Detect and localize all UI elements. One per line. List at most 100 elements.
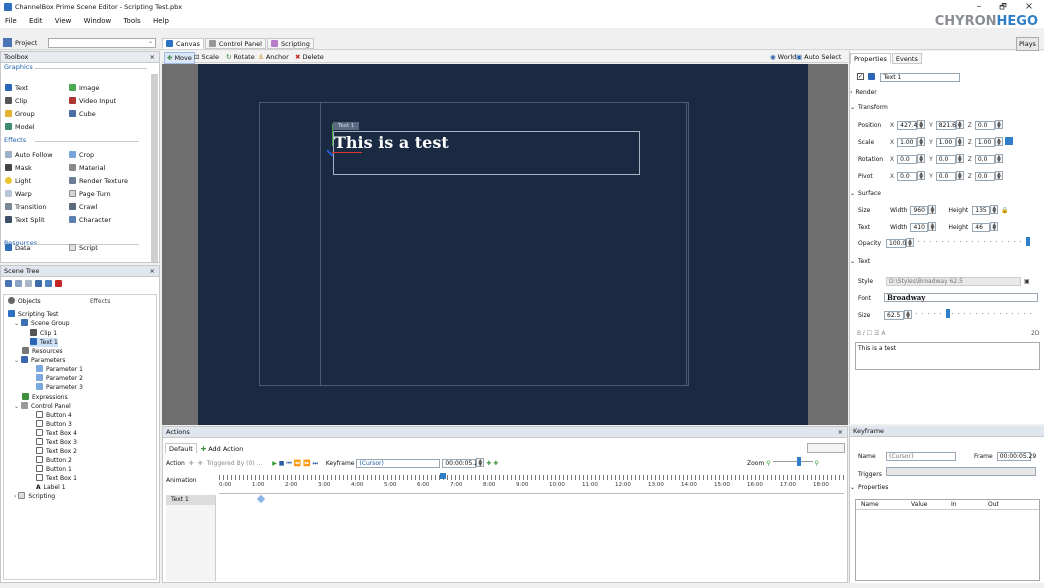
- text-content-area[interactable]: This is a test: [855, 342, 1040, 370]
- tree-item-parameter-2[interactable]: Parameter 2: [36, 374, 83, 383]
- close-icon[interactable]: ×: [150, 52, 155, 63]
- action-dropdown[interactable]: [807, 443, 845, 453]
- play-icon[interactable]: ▶: [272, 460, 277, 467]
- tree-item-resources[interactable]: Resources: [22, 347, 63, 356]
- menu-edit[interactable]: Edit: [24, 14, 48, 28]
- timeline-ruler[interactable]: 0:00 1:00 2:00 3:00 4:00 5:00 6:00 7:00 8:00 9:00…: [219, 472, 844, 494]
- tree-item-text-box-2[interactable]: Text Box 2: [36, 447, 77, 456]
- tree-item-button-1[interactable]: Button 1: [36, 465, 72, 474]
- text-height-field[interactable]: 46: [972, 223, 991, 232]
- keyframe-properties-section[interactable]: ⌄ Properties: [850, 484, 888, 491]
- column-name[interactable]: Name: [861, 500, 879, 510]
- play-button[interactable]: Plays: [1016, 37, 1039, 51]
- time-spinner[interactable]: ▲ ▼: [476, 458, 485, 468]
- font-size-slider[interactable]: [916, 309, 1036, 318]
- keyframe-name-field[interactable]: (Cursor): [886, 452, 956, 461]
- stop-icon[interactable]: ■: [279, 460, 285, 467]
- anchor-tool[interactable]: ⚓ Anchor: [258, 52, 289, 62]
- tree-item-text-box-3[interactable]: Text Box 3: [36, 438, 77, 447]
- box-icon[interactable]: ☐: [867, 330, 872, 337]
- rotate-tool[interactable]: ↻ Rotate: [226, 52, 255, 62]
- rotation-x-field[interactable]: 0.0: [897, 155, 918, 164]
- time-field[interactable]: 00:00:05.29: [442, 459, 482, 468]
- tree-item-parameter-1[interactable]: Parameter 1: [36, 365, 83, 374]
- font-size-field[interactable]: 62.5: [884, 311, 904, 320]
- toolbox-item-crawl[interactable]: Crawl: [69, 202, 97, 213]
- step-start-icon[interactable]: ⏮: [286, 460, 291, 467]
- toolbox-item-script[interactable]: Script: [69, 243, 98, 254]
- move-tool[interactable]: ✥ Move: [164, 52, 195, 64]
- tab-control-panel[interactable]: Control Panel: [204, 38, 266, 49]
- tree-item-button-2[interactable]: Button 2: [36, 456, 72, 465]
- maximize-button[interactable]: 🗗: [994, 0, 1012, 14]
- tree-tab-objects[interactable]: Objects: [8, 297, 41, 306]
- triggered-by-button[interactable]: Triggered By (0) ...: [207, 460, 263, 467]
- pivot-x-field[interactable]: 0.0: [897, 172, 918, 181]
- toolbox-item-crop[interactable]: Crop: [69, 150, 94, 161]
- menu-tools[interactable]: Tools: [118, 14, 145, 28]
- add-icon[interactable]: [5, 280, 12, 287]
- font-size-thumb[interactable]: [946, 309, 950, 318]
- toolbox-item-transition[interactable]: Transition: [5, 202, 46, 213]
- tree-item-expressions[interactable]: Expressions: [22, 393, 68, 402]
- lock-icon[interactable]: 🔒: [1001, 207, 1008, 214]
- tab-events[interactable]: Events: [891, 53, 922, 64]
- position-x-field[interactable]: 427.4: [897, 121, 917, 130]
- tab-properties[interactable]: Properties: [850, 53, 891, 64]
- rotation-y-field[interactable]: 0.0: [935, 155, 956, 164]
- close-icon[interactable]: ×: [150, 266, 155, 277]
- toolbox-item-character[interactable]: Character: [69, 215, 111, 226]
- add-keyframe-icon[interactable]: ✚: [486, 460, 491, 467]
- toolbox-item-light[interactable]: Light: [5, 176, 31, 187]
- remove-keyframe-icon[interactable]: ✚: [493, 460, 498, 467]
- text-section[interactable]: ⌄ Text: [850, 258, 870, 265]
- paste-icon[interactable]: [25, 280, 32, 287]
- tree-item-scene-group[interactable]: ⌄ Scene Group: [14, 319, 70, 328]
- toolbox-item-material[interactable]: Material: [69, 163, 105, 174]
- menu-file[interactable]: File: [0, 14, 22, 28]
- column-value[interactable]: Value: [911, 500, 927, 510]
- render-section[interactable]: › Render: [850, 89, 877, 96]
- canvas-text[interactable]: This is a test: [334, 132, 449, 154]
- toolbox-item-text[interactable]: Text: [5, 83, 28, 94]
- tree-tab-effects[interactable]: Effects: [90, 297, 110, 306]
- tree-item-scripting-test[interactable]: Scripting Test: [8, 310, 58, 319]
- scale-tool[interactable]: ⊡ Scale: [194, 52, 219, 62]
- italic-icon[interactable]: I: [863, 330, 865, 337]
- scale-x-field[interactable]: 1.00: [897, 138, 918, 147]
- opacity-thumb[interactable]: [1026, 237, 1030, 246]
- position-z-field[interactable]: 0.0: [974, 121, 995, 130]
- pivot-y-field[interactable]: 0.0: [935, 172, 956, 181]
- group-icon[interactable]: [45, 280, 52, 287]
- add-icon[interactable]: ✚: [189, 460, 194, 467]
- tree-item-text-1[interactable]: Text 1: [30, 338, 58, 347]
- position-y-field[interactable]: 821.6: [935, 121, 956, 130]
- menu-view[interactable]: View: [50, 14, 77, 28]
- remove-icon[interactable]: ✚: [198, 460, 203, 467]
- tab-default[interactable]: Default: [165, 443, 197, 454]
- lock-scale-icon[interactable]: [1004, 137, 1013, 145]
- toolbox-item-group[interactable]: Group: [5, 109, 35, 120]
- tree-item-label-1[interactable]: A Label 1: [36, 483, 66, 492]
- toolbox-item-clip[interactable]: Clip: [5, 96, 27, 107]
- link-icon[interactable]: [35, 280, 42, 287]
- style-dropdown[interactable]: D:\Styles\Broadway 62.5: [886, 277, 1021, 286]
- name-field[interactable]: Text 1: [880, 73, 961, 82]
- tree-item-parameter-3[interactable]: Parameter 3: [36, 383, 83, 392]
- close-icon[interactable]: ×: [838, 427, 843, 438]
- toolbox-item-video-input[interactable]: Video Input: [69, 96, 116, 107]
- tab-scripting[interactable]: Scripting: [266, 38, 314, 49]
- toolbox-item-mask[interactable]: Mask: [5, 163, 32, 174]
- step-back-icon[interactable]: ⏪: [294, 460, 301, 467]
- step-forward-icon[interactable]: ⏩: [303, 460, 310, 467]
- tree-item-parameters[interactable]: ⌄ Parameters: [14, 356, 65, 365]
- tree-item-button-4[interactable]: Button 4: [36, 411, 72, 420]
- menu-window[interactable]: Window: [79, 14, 117, 28]
- transform-section[interactable]: ⌄ Transform: [850, 104, 888, 111]
- align-icon[interactable]: ☰: [874, 330, 879, 337]
- visible-checkbox[interactable]: ✓: [857, 73, 864, 80]
- opacity-slider[interactable]: [918, 237, 1030, 246]
- font-dropdown[interactable]: Broadway: [884, 293, 1038, 302]
- toolbox-scrollbar[interactable]: [151, 74, 158, 262]
- tree-item-text-box-4[interactable]: Text Box 4: [36, 429, 77, 438]
